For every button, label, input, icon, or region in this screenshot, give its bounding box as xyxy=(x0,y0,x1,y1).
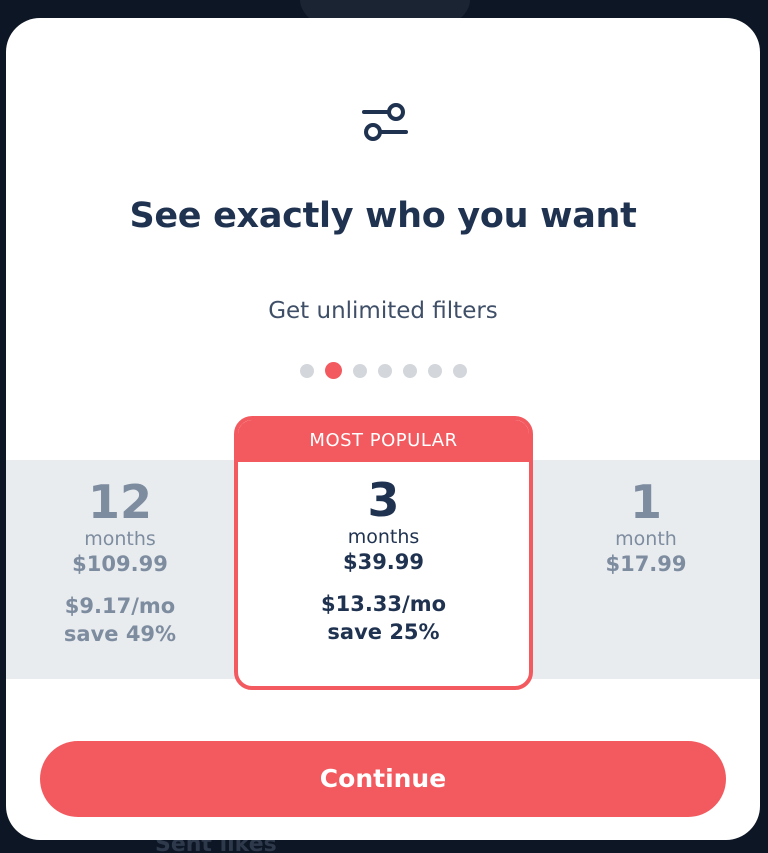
plan-duration: 3 xyxy=(367,473,400,527)
pager-dot[interactable] xyxy=(377,363,392,378)
modal-title: See exactly who you want xyxy=(129,196,637,236)
plan-savings: save 49% xyxy=(63,622,177,647)
plan-option-3-months[interactable]: MOST POPULAR 3 months $39.99 $13.33/mo s… xyxy=(234,416,533,690)
pager-dot[interactable] xyxy=(352,363,367,378)
filter-sliders-icon xyxy=(362,103,408,141)
plan-duration: 12 xyxy=(87,475,152,529)
plan-price: $39.99 xyxy=(342,550,425,575)
plan-duration: 1 xyxy=(629,475,662,529)
modal-subtitle: Get unlimited filters xyxy=(268,298,498,324)
plan-per-month: $9.17/mo xyxy=(64,594,176,619)
pager-dot[interactable] xyxy=(299,363,314,378)
pager-dot-active[interactable] xyxy=(324,362,342,379)
pager-dot[interactable] xyxy=(402,363,417,378)
plan-option-12-months[interactable]: 12 months $109.99 $9.17/mo save 49% xyxy=(20,475,220,647)
pager-dot[interactable] xyxy=(427,363,442,378)
continue-button[interactable]: Continue xyxy=(40,741,726,817)
most-popular-badge: MOST POPULAR xyxy=(238,420,529,462)
upsell-modal: See exactly who you want Get unlimited f… xyxy=(6,18,760,840)
plan-per-month: $13.33/mo xyxy=(320,592,446,617)
plan-unit: months xyxy=(84,528,156,551)
plan-price: $109.99 xyxy=(72,552,168,577)
carousel-pager xyxy=(6,362,760,379)
plan-price: $17.99 xyxy=(605,552,687,577)
plan-option-1-month[interactable]: 1 month $17.99 xyxy=(546,475,746,577)
plan-unit: month xyxy=(615,528,677,551)
plan-unit: months xyxy=(347,526,420,549)
pager-dot[interactable] xyxy=(452,363,467,378)
plan-savings: save 25% xyxy=(327,620,440,645)
